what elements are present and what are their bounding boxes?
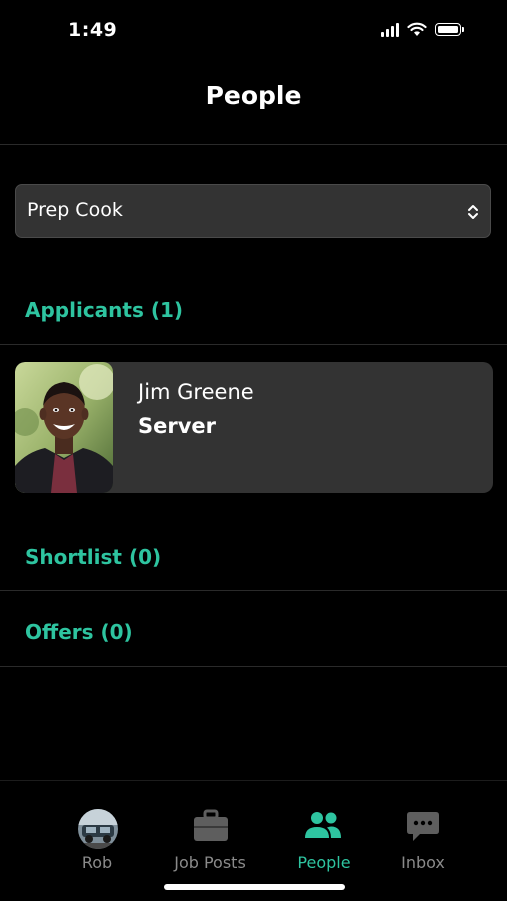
briefcase-icon (194, 809, 228, 841)
status-time: 1:49 (68, 19, 118, 41)
offers-section-title: Offers (0) (25, 620, 133, 644)
applicant-role: Server (138, 414, 217, 438)
job-selector-dropdown[interactable]: Prep Cook (15, 184, 491, 238)
tab-label-inbox: Inbox (401, 853, 445, 872)
shortlist-section-title: Shortlist (0) (25, 545, 162, 569)
shortlist-section-header[interactable]: Shortlist (0) (0, 526, 507, 591)
page-title: People (205, 81, 302, 110)
offers-section-header[interactable]: Offers (0) (0, 590, 507, 667)
applicant-name: Jim Greene (138, 380, 254, 404)
tab-label-people: People (297, 853, 351, 872)
cellular-signal-icon (381, 22, 399, 37)
job-selector-value: Prep Cook (27, 199, 123, 221)
profile-avatar-icon (78, 809, 118, 849)
people-icon (305, 812, 341, 838)
applicants-section-header[interactable]: Applicants (1) (0, 280, 507, 345)
tab-people[interactable]: People (289, 781, 359, 881)
tab-bar: Rob Job Posts People Inbox (0, 780, 507, 901)
battery-icon (435, 23, 464, 36)
chat-icon (407, 812, 439, 841)
applicants-section-title: Applicants (1) (25, 298, 184, 322)
header: People (0, 60, 507, 145)
tab-label-rob: Rob (81, 853, 113, 872)
status-icons (381, 22, 464, 37)
wifi-icon (407, 22, 427, 36)
tab-label-job-posts: Job Posts (174, 853, 246, 872)
chevron-up-down-icon (468, 205, 478, 219)
applicant-photo (15, 362, 113, 493)
tab-rob[interactable]: Rob (62, 781, 132, 881)
tab-inbox[interactable]: Inbox (388, 781, 458, 881)
applicant-card[interactable]: Jim Greene Server (15, 362, 493, 493)
status-bar: 1:49 (0, 0, 507, 60)
home-indicator (164, 884, 345, 890)
tab-job-posts[interactable]: Job Posts (170, 781, 250, 881)
